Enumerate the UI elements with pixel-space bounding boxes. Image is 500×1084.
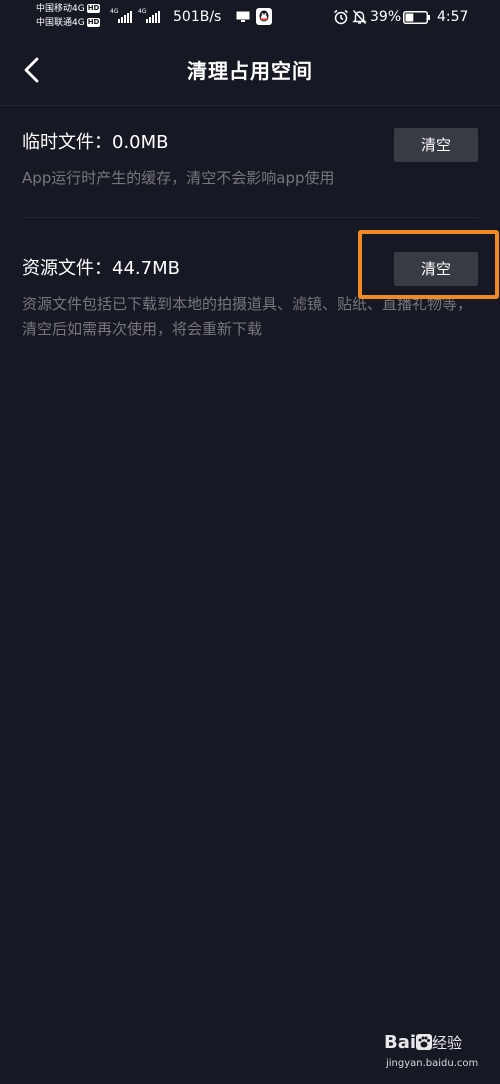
mute-bell-icon [352,10,367,24]
divider [22,217,478,218]
carrier-1: 中国移动4G HD [36,4,101,14]
carrier-2-label: 中国联通4G [36,18,85,28]
header: 清理占用空间 [0,36,500,106]
clear-temp-files-button[interactable]: 清空 [394,128,478,162]
watermark-logo-text: Bai [384,1032,417,1053]
watermark-jingyan-text: 经验 [432,1034,463,1052]
clock: 4:57 [437,9,469,25]
temp-files-description: App运行时产生的缓存，清空不会影响app使用 [22,169,335,187]
screen-mirror-icon [236,11,250,22]
page-title: 清理占用空间 [187,59,313,83]
qq-icon [256,8,272,25]
status-bar: 中国移动4G HD 中国联通4G HD 4G 4G 501B/s 39% 4:5… [0,0,500,36]
signal-label: 4G [138,8,147,15]
battery-percent: 39% [370,9,402,25]
hd-badge: HD [86,18,101,27]
baidu-jingyan-watermark: Bai 经验 jingyan.baidu.com [384,1031,494,1079]
alarm-icon [334,9,348,25]
signal-label: 4G [110,8,119,15]
battery-icon [403,11,430,24]
paw-icon [416,1034,433,1050]
clear-resource-files-button[interactable]: 清空 [394,252,478,286]
signal-icon: 4G [110,9,134,23]
resource-files-description: 资源文件包括已下载到本地的拍摄道具、滤镜、贴纸、直播礼物等，清空后如需再次使用，… [22,295,473,338]
temp-files-title: 临时文件：0.0MB [22,132,169,153]
resource-files-title: 资源文件：44.7MB [22,258,180,279]
carrier-1-label: 中国移动4G [36,4,85,14]
network-speed: 501B/s [173,9,222,25]
carrier-2: 中国联通4G HD [36,18,101,28]
watermark-url: jingyan.baidu.com [386,1058,479,1069]
watermark-logo: Bai 经验 [384,1031,462,1055]
hd-badge: HD [86,4,101,13]
signal-icon: 4G [138,9,162,23]
